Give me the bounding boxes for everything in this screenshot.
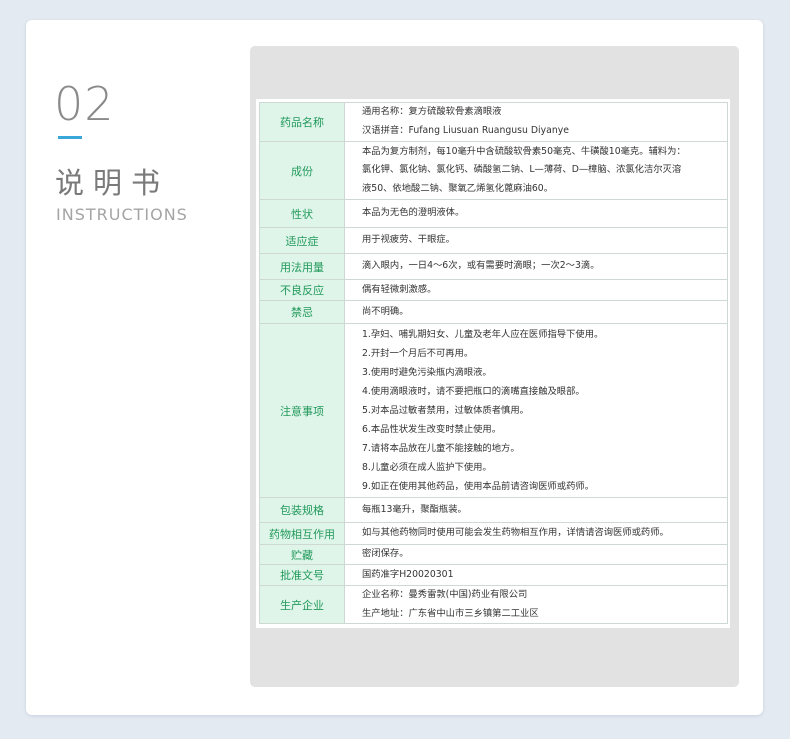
content-line: 4.使用滴眼液时，请不要把瓶口的滴嘴直接触及眼部。: [362, 385, 585, 397]
row-content: 通用名称：复方硫酸软骨素滴眼液 汉语拼音：Fufang Liusuan Ruan…: [344, 102, 728, 142]
content-line: 2.开封一个月后不可再用。: [362, 347, 474, 359]
content-line: 国药准字H20020301: [362, 568, 454, 580]
table-row: 生产企业 企业名称：曼秀雷敦(中国)药业有限公司 生产地址：广东省中山市三乡镇第…: [259, 584, 728, 625]
content-line: 8.儿童必须在成人监护下使用。: [362, 462, 492, 474]
row-label: 批准文号: [259, 564, 345, 586]
row-label: 用法用量: [259, 253, 345, 280]
table-row: 适应症 用于视疲劳、干眼症。: [259, 227, 728, 254]
content-line: 液50、依地酸二钠、聚氧乙烯氢化蓖麻油60。: [362, 182, 554, 194]
row-label: 贮藏: [259, 544, 345, 565]
row-content: 本品为复方制剂，每10毫升中含硫酸软骨素50毫克、牛磺酸10毫克。辅料为： 氯化…: [344, 141, 728, 200]
table-row: 注意事项 1.孕妇、哺乳期妇女、儿童及老年人应在医师指导下使用。 2.开封一个月…: [259, 323, 728, 498]
row-label: 包装规格: [259, 497, 345, 523]
row-content: 本品为无色的澄明液体。: [344, 199, 728, 228]
content-line: 6.本品性状发生改变时禁止使用。: [362, 424, 502, 436]
section-title: 说明书: [55, 166, 170, 200]
row-label: 成份: [259, 141, 345, 200]
table-row: 药品名称 通用名称：复方硫酸软骨素滴眼液 汉语拼音：Fufang Liusuan…: [259, 102, 728, 142]
row-content: 偶有轻微刺激感。: [344, 279, 728, 301]
content-line: 企业名称：曼秀雷敦(中国)药业有限公司: [362, 589, 528, 600]
row-content: 尚不明确。: [344, 300, 728, 324]
table-row: 禁忌 尚不明确。: [259, 300, 728, 324]
row-label: 药品名称: [259, 102, 345, 142]
row-label: 性状: [259, 199, 345, 228]
content-line: 1.孕妇、哺乳期妇女、儿童及老年人应在医师指导下使用。: [362, 328, 604, 340]
content-line: 通用名称：复方硫酸软骨素滴眼液: [362, 106, 502, 118]
row-content: 滴入眼内，一日4～6次，或有需要时滴眼；一次2～3滴。: [344, 253, 728, 280]
row-content: 用于视疲劳、干眼症。: [344, 227, 728, 254]
instruction-table: 药品名称 通用名称：复方硫酸软骨素滴眼液 汉语拼音：Fufang Liusuan…: [259, 102, 728, 625]
content-line: 7.请将本品放在儿童不能接触的地方。: [362, 443, 520, 455]
table-row: 贮藏 密闭保存。: [259, 544, 728, 565]
content-line: 9.如正在使用其他药品，使用本品前请咨询医师或药师。: [362, 481, 594, 493]
row-label: 不良反应: [259, 279, 345, 301]
section-number: 02: [54, 77, 115, 131]
content-line: 生产地址：广东省中山市三乡镇第二工业区: [362, 607, 539, 619]
row-label: 禁忌: [259, 300, 345, 324]
content-line: 每瓶13毫升，聚酯瓶装。: [362, 503, 467, 515]
accent-bar: [58, 136, 82, 139]
table-row: 包装规格 每瓶13毫升，聚酯瓶装。: [259, 497, 728, 523]
content-line: 本品为无色的澄明液体。: [362, 207, 465, 219]
row-content: 1.孕妇、哺乳期妇女、儿童及老年人应在医师指导下使用。 2.开封一个月后不可再用…: [344, 323, 728, 498]
content-line: 汉语拼音：Fufang Liusuan Ruangusu Diyanye: [362, 125, 569, 136]
content-line: 3.使用时避免污染瓶内滴眼液。: [362, 366, 492, 378]
section-subtitle: INSTRUCTIONS: [56, 205, 188, 224]
content-line: 偶有轻微刺激感。: [362, 283, 437, 295]
row-content: 国药准字H20020301: [344, 564, 728, 586]
row-label: 药物相互作用: [259, 522, 345, 545]
content-line: 尚不明确。: [362, 305, 409, 317]
row-label: 生产企业: [259, 584, 345, 625]
row-content: 如与其他药物同时使用可能会发生药物相互作用，详情请咨询医师或药师。: [344, 522, 728, 545]
table-row: 成份 本品为复方制剂，每10毫升中含硫酸软骨素50毫克、牛磺酸10毫克。辅料为：…: [259, 141, 728, 200]
content-line: 本品为复方制剂，每10毫升中含硫酸软骨素50毫克、牛磺酸10毫克。辅料为：: [362, 145, 686, 157]
table-row: 药物相互作用 如与其他药物同时使用可能会发生药物相互作用，详情请咨询医师或药师。: [259, 522, 728, 545]
row-label: 注意事项: [259, 323, 345, 498]
row-content: 密闭保存。: [344, 544, 728, 565]
content-line: 5.对本品过敏者禁用，过敏体质者慎用。: [362, 404, 529, 416]
content-line: 如与其他药物同时使用可能会发生药物相互作用，详情请咨询医师或药师。: [362, 527, 669, 539]
row-content: 企业名称：曼秀雷敦(中国)药业有限公司 生产地址：广东省中山市三乡镇第二工业区: [344, 584, 728, 625]
table-row: 用法用量 滴入眼内，一日4～6次，或有需要时滴眼；一次2～3滴。: [259, 253, 728, 280]
row-label: 适应症: [259, 227, 345, 254]
table-row: 不良反应 偶有轻微刺激感。: [259, 279, 728, 301]
content-line: 氯化钾、氯化钠、氯化钙、磷酸氢二钠、L—薄荷、D—樟脑、浓氯化洁尔灭溶: [362, 164, 682, 176]
content-line: 滴入眼内，一日4～6次，或有需要时滴眼；一次2～3滴。: [362, 260, 600, 272]
table-row: 性状 本品为无色的澄明液体。: [259, 199, 728, 228]
row-content: 每瓶13毫升，聚酯瓶装。: [344, 497, 728, 523]
content-line: 密闭保存。: [362, 548, 409, 560]
content-line: 用于视疲劳、干眼症。: [362, 234, 455, 246]
table-row: 批准文号 国药准字H20020301: [259, 564, 728, 586]
